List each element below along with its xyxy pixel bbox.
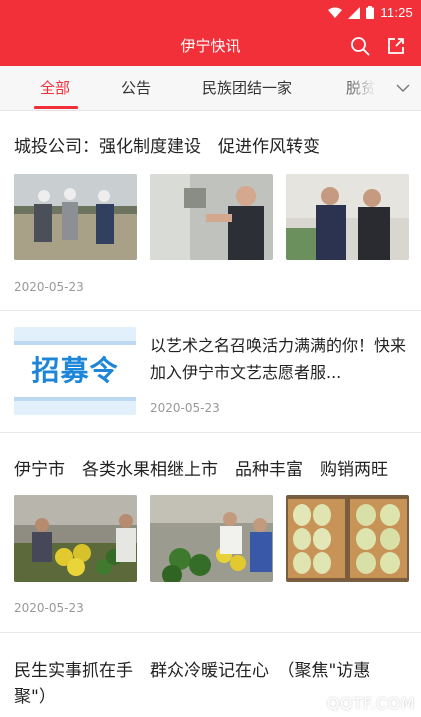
share-icon[interactable] xyxy=(385,35,407,57)
article-date: 2020-05-23 xyxy=(150,401,220,415)
recruitment-banner-text: 招募令 xyxy=(31,354,119,387)
article-title[interactable]: 以艺术之名召唤活力满满的你！快来加入伊宁市文艺志愿者服... xyxy=(150,332,410,386)
article-title[interactable]: 民生实事抓在手 群众冷暖记在心 （聚焦"访惠 xyxy=(14,656,370,681)
article-title-continued[interactable]: 聚"） xyxy=(14,682,56,707)
divider xyxy=(0,310,421,311)
app-bar: 伊宁快讯 xyxy=(0,26,421,66)
category-tabs: 全部 公告 民族团结一家 脱贫 xyxy=(0,66,421,111)
article-title[interactable]: 城投公司：强化制度建设 促进作风转变 xyxy=(14,132,320,157)
tab-active-indicator xyxy=(34,106,78,109)
tab-announcements[interactable]: 公告 xyxy=(121,66,151,110)
status-bar: 11:25 xyxy=(0,0,421,26)
article-image[interactable] xyxy=(286,495,409,582)
status-time: 11:25 xyxy=(380,5,413,20)
article-date: 2020-05-23 xyxy=(14,280,84,294)
article-image[interactable]: 招募令 xyxy=(14,327,136,415)
tab-all[interactable]: 全部 xyxy=(40,66,70,110)
watermark: QQTF.COM xyxy=(326,694,415,713)
battery-icon xyxy=(366,6,375,19)
wifi-icon xyxy=(328,7,343,18)
article-image[interactable] xyxy=(286,174,409,260)
article-title[interactable]: 伊宁市 各类水果相继上市 品种丰富 购销两旺 xyxy=(14,455,388,480)
article-image[interactable] xyxy=(14,495,137,582)
divider xyxy=(0,432,421,433)
signal-icon xyxy=(348,6,361,19)
divider xyxy=(0,632,421,633)
article-image[interactable] xyxy=(14,174,137,260)
article-image[interactable] xyxy=(150,174,273,260)
search-icon[interactable] xyxy=(349,35,371,57)
article-date: 2020-05-23 xyxy=(14,601,84,615)
chevron-down-icon[interactable] xyxy=(395,81,411,95)
tab-ethnic-unity[interactable]: 民族团结一家 xyxy=(202,66,292,110)
article-image[interactable] xyxy=(150,495,273,582)
